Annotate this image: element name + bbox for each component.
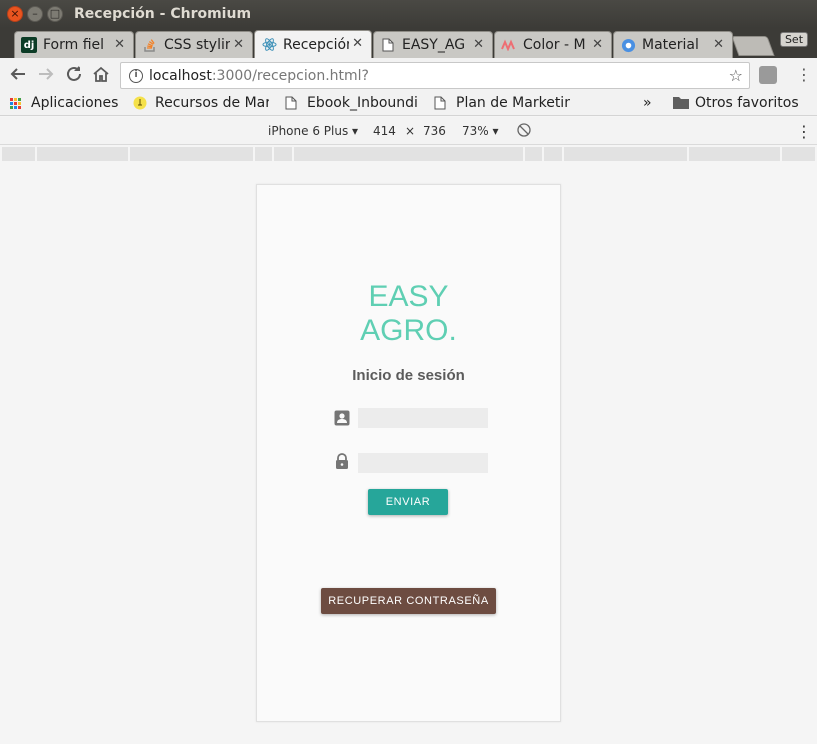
bookmark-recursos[interactable]: Recursos de Mar (133, 95, 269, 111)
tab-close-icon[interactable]: ✕ (114, 37, 125, 52)
media-query-segment[interactable] (255, 147, 272, 161)
bookmark-label: Plan de Marketin (456, 95, 570, 111)
django-icon: dj (21, 37, 37, 53)
tab-close-icon[interactable]: ✕ (713, 37, 724, 52)
device-screen: EASY AGRO. Inicio de sesión ENVIAR RECUP… (256, 184, 561, 722)
window-close-button[interactable]: × (7, 6, 23, 22)
set-button[interactable]: Set (780, 32, 808, 47)
bookmark-other-favorites[interactable]: Otros favoritos (673, 95, 799, 111)
recover-password-button[interactable]: RECUPERAR CONTRASEÑA (321, 588, 496, 614)
page-icon (285, 96, 299, 110)
media-query-segment[interactable] (564, 147, 687, 161)
media-query-segment[interactable] (689, 147, 780, 161)
password-input[interactable] (358, 453, 488, 473)
address-bar[interactable]: i localhost:3000/recepcion.html? ☆ (120, 62, 750, 89)
back-arrow-icon[interactable] (9, 65, 27, 88)
brand-title-line1: EASY (368, 280, 449, 313)
rotate-icon[interactable] (516, 122, 532, 141)
tab-label: Form fiel (43, 37, 105, 53)
chromium-icon (620, 37, 636, 53)
tab-label: Recepción (283, 36, 349, 53)
tab-label: Color - M (523, 37, 586, 53)
tab-close-icon[interactable]: ✕ (233, 37, 244, 52)
page-viewport: EASY AGRO. Inicio de sesión ENVIAR RECUP… (0, 163, 817, 744)
folder-icon (673, 96, 689, 110)
tab-close-icon[interactable]: ✕ (592, 37, 603, 52)
materialize-icon (501, 37, 517, 53)
forward-arrow-icon[interactable] (37, 65, 55, 88)
tab-color[interactable]: Color - M ✕ (494, 31, 612, 58)
page-icon (434, 96, 448, 110)
bookmarks-overflow-button[interactable]: » (643, 95, 652, 111)
bookmark-plan-marketing[interactable]: Plan de Marketin (434, 95, 570, 111)
stackoverflow-icon (142, 37, 158, 53)
bookmark-star-icon[interactable]: ☆ (729, 66, 743, 85)
media-query-segment[interactable] (294, 147, 523, 161)
apps-grid-icon (10, 97, 21, 109)
bookmarks-bar: Aplicaciones Recursos de Mar Ebook_Inbou… (0, 92, 817, 116)
media-query-segment[interactable] (2, 147, 35, 161)
home-icon[interactable] (92, 65, 110, 88)
tab-easy-agro[interactable]: EASY_AG ✕ (373, 31, 493, 58)
site-info-icon[interactable]: i (129, 68, 143, 83)
tab-label: CSS stylin (164, 37, 230, 53)
device-width-input[interactable]: 414 (373, 124, 396, 138)
browser-toolbar: i localhost:3000/recepcion.html? ☆ ⋮ (0, 58, 817, 92)
device-toolbar: iPhone 6 Plus ▾ 414 × 736 73% ▾ ⋮ (0, 117, 817, 145)
media-query-segment[interactable] (274, 147, 292, 161)
address-url: localhost:3000/recepcion.html? (149, 67, 369, 84)
tab-recepcion[interactable]: Recepción ✕ (254, 30, 372, 58)
bookmark-label: Ebook_Inboundi (307, 95, 418, 111)
tab-css-styling[interactable]: CSS stylin ✕ (135, 31, 253, 58)
media-query-segment[interactable] (37, 147, 128, 161)
reload-icon[interactable] (65, 65, 83, 88)
bulb-icon (133, 96, 147, 110)
device-toolbar-menu-icon[interactable]: ⋮ (796, 122, 812, 141)
page-icon (380, 37, 396, 53)
media-query-segment[interactable] (130, 147, 253, 161)
lock-icon (334, 453, 350, 469)
overflow-chevron-icon: » (643, 95, 652, 111)
login-title: Inicio de sesión (352, 367, 465, 384)
tab-close-icon[interactable]: ✕ (473, 37, 484, 52)
media-query-bar (0, 145, 817, 163)
device-select[interactable]: iPhone 6 Plus ▾ (268, 124, 358, 138)
brand-title-line2: AGRO. (360, 314, 457, 347)
window-maximize-button[interactable]: □ (47, 6, 63, 22)
bookmark-apps[interactable]: Aplicaciones (10, 95, 118, 111)
media-query-segment[interactable] (525, 147, 542, 161)
tab-material[interactable]: Material ✕ (613, 31, 733, 58)
new-tab-button[interactable] (731, 36, 775, 56)
window-title: Recepción - Chromium (74, 6, 252, 22)
bookmark-label: Aplicaciones (31, 95, 119, 111)
tab-label: Material (642, 37, 699, 53)
bookmark-label: Otros favoritos (695, 95, 799, 111)
bookmark-label: Recursos de Mar (155, 95, 269, 111)
window-titlebar: × – □ Recepción - Chromium (0, 0, 817, 28)
tab-close-icon[interactable]: ✕ (352, 36, 363, 51)
send-button[interactable]: ENVIAR (368, 489, 448, 515)
bookmark-ebook[interactable]: Ebook_Inboundi (285, 95, 421, 111)
window-minimize-button[interactable]: – (27, 6, 43, 22)
tab-strip: dj Form fiel ✕ CSS stylin ✕ Recepción ✕ … (0, 28, 817, 58)
media-query-segment[interactable] (782, 147, 815, 161)
user-id-icon (334, 410, 350, 426)
username-input[interactable] (358, 408, 488, 428)
dimension-separator: × (405, 124, 416, 138)
device-height-input[interactable]: 736 (423, 124, 446, 138)
media-query-segment[interactable] (544, 147, 562, 161)
react-devtools-extension-icon[interactable] (759, 66, 777, 84)
tab-label: EASY_AG (402, 37, 466, 53)
react-icon (261, 37, 277, 53)
zoom-select[interactable]: 73% ▾ (462, 124, 499, 138)
browser-menu-icon[interactable]: ⋮ (796, 65, 812, 84)
tab-form-fields[interactable]: dj Form fiel ✕ (14, 31, 134, 58)
